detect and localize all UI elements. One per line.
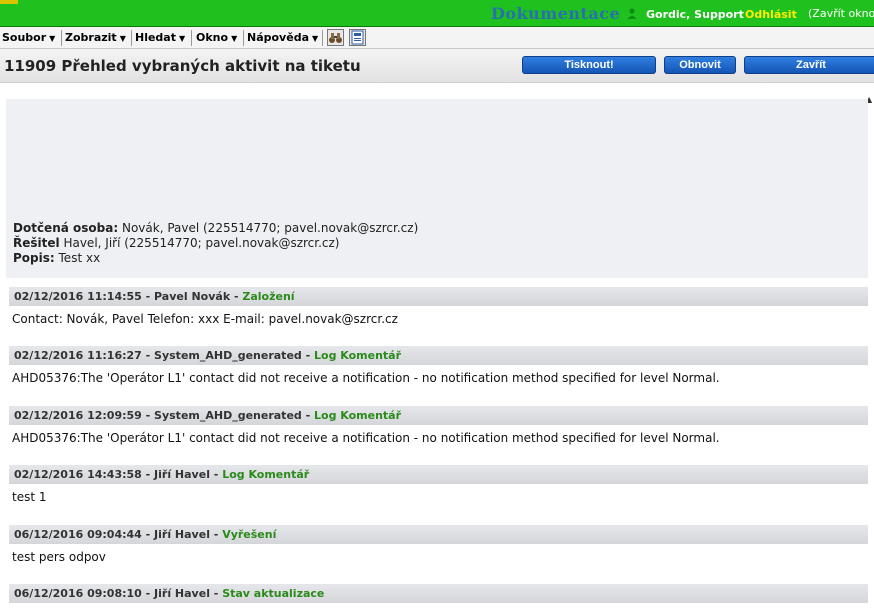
log-entry-body: test pers odpov <box>12 550 106 564</box>
menu-okno[interactable]: Okno ▼ <box>196 31 237 44</box>
log-entry-action: Log Komentář <box>222 468 310 481</box>
menu-separator <box>131 30 132 46</box>
title-bar: 11909 Přehled vybraných aktivit na tiket… <box>0 49 874 83</box>
menu-bar: Soubor ▼ Zobrazit ▼ Hledat ▼ Okno ▼ Nápověda… <box>0 27 874 49</box>
menu-soubor[interactable]: Soubor ▼ <box>2 31 55 44</box>
solver-line: Řešitel Havel, Jiří (225514770; pavel.no… <box>13 236 339 250</box>
log-entry-action: Stav aktualizace <box>222 587 325 600</box>
log-entry-action: Log Komentář <box>314 349 402 362</box>
menu-separator <box>191 30 192 46</box>
documentation-link[interactable]: Dokumentace <box>491 4 620 23</box>
description-line: Popis: Test xx <box>13 251 100 265</box>
log-entry-body: AHD05376:The 'Operátor L1' contact did n… <box>12 371 720 385</box>
menu-hledat[interactable]: Hledat ▼ <box>135 31 185 44</box>
log-entry-meta: 02/12/2016 11:14:55 - Pavel Novák - <box>14 290 243 303</box>
log-entry-meta: 02/12/2016 12:09:59 - System_AHD_generat… <box>14 409 315 422</box>
refresh-button[interactable]: Obnovit <box>664 56 736 74</box>
affected-person-line: Dotčená osoba: Novák, Pavel (225514770; … <box>13 221 418 235</box>
user-name: Gordic, Support <box>646 8 744 21</box>
binoculars-icon[interactable] <box>327 29 344 46</box>
dropdown-arrow-icon: ▼ <box>179 34 186 43</box>
log-entry-header: 06/12/2016 09:04:44 - Jiří Havel - Vyřeš… <box>9 525 868 544</box>
menu-separator <box>243 30 244 46</box>
log-entry-header: 02/12/2016 11:16:27 - System_AHD_generat… <box>9 346 868 365</box>
log-entry-meta: 02/12/2016 14:43:58 - Jiří Havel - <box>14 468 223 481</box>
menu-label: Nápověda <box>247 31 309 44</box>
page-title: 11909 Přehled vybraných aktivit na tiket… <box>4 57 361 75</box>
log-entry-meta: 02/12/2016 11:16:27 - System_AHD_generat… <box>14 349 315 362</box>
affected-person-label: Dotčená osoba: <box>13 221 119 235</box>
top-bar: Dokumentace Gordic, Support Odhlásit (Za… <box>0 0 874 27</box>
close-button[interactable]: Zavřít <box>744 56 874 74</box>
menu-separator <box>61 30 62 46</box>
log-entry-meta: 06/12/2016 09:08:10 - Jiří Havel - <box>14 587 223 600</box>
dropdown-arrow-icon: ▼ <box>119 34 126 43</box>
log-entry-header: 02/12/2016 12:09:59 - System_AHD_generat… <box>9 406 868 425</box>
close-window-link[interactable]: (Zavřít okno <box>808 7 874 20</box>
solver-label: Řešitel <box>13 236 60 250</box>
menu-label: Okno <box>196 31 229 44</box>
solver-value: Havel, Jiří (225514770; pavel.novak@szrc… <box>63 236 340 250</box>
description-value: Test xx <box>58 251 101 265</box>
menu-label: Zobrazit <box>65 31 117 44</box>
log-entry-header: 02/12/2016 14:43:58 - Jiří Havel - Log K… <box>9 465 868 484</box>
logo <box>0 0 18 4</box>
ticket-info-box <box>6 99 868 278</box>
affected-person-value: Novák, Pavel (225514770; pavel.novak@szr… <box>121 221 419 235</box>
description-label: Popis: <box>13 251 55 265</box>
logout-link[interactable]: Odhlásit <box>745 8 797 21</box>
menu-napoveda[interactable]: Nápověda ▼ <box>247 31 318 44</box>
menu-zobrazit[interactable]: Zobrazit ▼ <box>65 31 126 44</box>
menu-label: Hledat <box>135 31 176 44</box>
log-entry-header: 02/12/2016 11:14:55 - Pavel Novák - Zalo… <box>9 287 868 306</box>
log-entry-header: 06/12/2016 09:08:10 - Jiří Havel - Stav … <box>9 584 868 603</box>
log-entry-meta: 06/12/2016 09:04:44 - Jiří Havel - <box>14 528 223 541</box>
dropdown-arrow-icon: ▼ <box>49 34 56 43</box>
log-entry-body: test 1 <box>12 490 47 504</box>
menu-separator <box>322 30 323 46</box>
log-entry-action: Založení <box>242 290 295 303</box>
log-entry-action: Log Komentář <box>314 409 402 422</box>
dropdown-arrow-icon: ▼ <box>231 34 238 43</box>
menu-label: Soubor <box>2 31 47 44</box>
user-icon <box>627 8 637 19</box>
print-button[interactable]: Tisknout! <box>522 56 656 74</box>
log-entry-action: Vyřešení <box>222 528 277 541</box>
log-entry-body: Contact: Novák, Pavel Telefon: xxx E-mai… <box>12 312 398 326</box>
log-entry-body: AHD05376:The 'Operátor L1' contact did n… <box>12 431 720 445</box>
dropdown-arrow-icon: ▼ <box>312 34 319 43</box>
document-icon[interactable] <box>349 29 366 46</box>
